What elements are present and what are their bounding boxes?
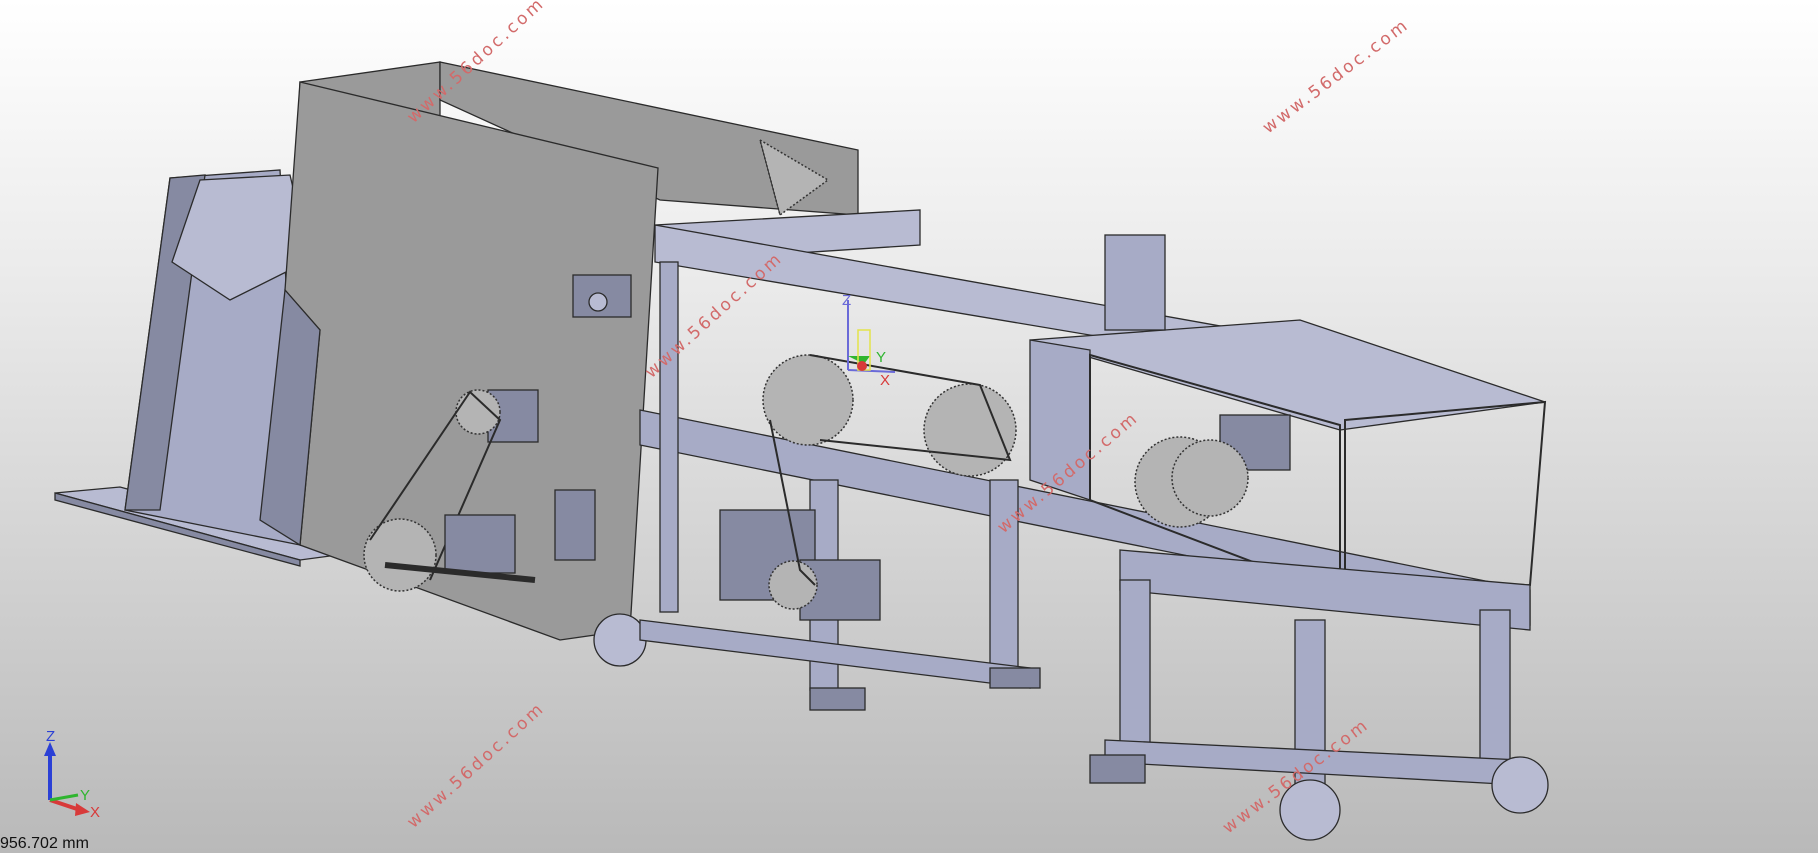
view-triad[interactable]: Z Y X xyxy=(44,728,100,821)
origin-z-label: Z xyxy=(842,292,851,309)
triad-x-label: X xyxy=(90,804,100,821)
origin-y-label: Y xyxy=(876,349,886,366)
origin-marker: Z Y X xyxy=(842,292,896,389)
assembly-model[interactable]: .f { fill:#a7abc6; stroke:#2b2b2b; strok… xyxy=(0,0,1818,853)
cad-viewport[interactable]: .f { fill:#a7abc6; stroke:#2b2b2b; strok… xyxy=(0,0,1818,853)
triad-z-label: Z xyxy=(46,728,55,745)
scale-readout: 956.702 mm xyxy=(0,835,89,852)
triad-y-label: Y xyxy=(80,787,90,804)
origin-x-label: X xyxy=(880,372,890,389)
right-cart[interactable] xyxy=(1089,549,1549,841)
